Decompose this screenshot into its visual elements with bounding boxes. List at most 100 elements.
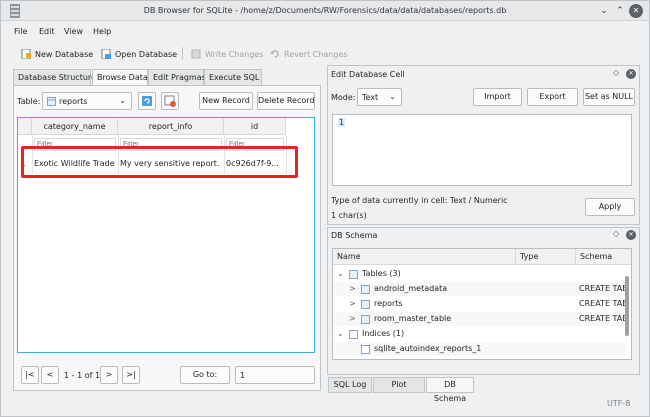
tab-sql-log[interactable]: SQL Log xyxy=(328,377,372,393)
new-record-button[interactable]: New Record xyxy=(199,92,253,110)
table-label: Table: xyxy=(17,97,41,106)
expand-icon[interactable]: > xyxy=(349,282,356,296)
goto-input[interactable]: 1 xyxy=(235,366,315,384)
title-bar: DB Browser for SQLite - /home/z/Document… xyxy=(1,1,649,21)
encoding-indicator: UTF-8 xyxy=(607,399,631,408)
tree-item-schema: CREATE TAB xyxy=(579,314,628,323)
tab-browse-data[interactable]: Browse Data xyxy=(92,69,148,86)
next-page-button[interactable]: > xyxy=(100,366,118,384)
tab-execute-sql[interactable]: Execute SQL xyxy=(204,69,262,85)
float-dock-icon[interactable]: ◇ xyxy=(613,68,619,77)
menu-view[interactable]: View xyxy=(64,27,83,36)
close-window-button[interactable]: ✕ xyxy=(629,4,643,18)
tree-item-schema: CREATE TAB xyxy=(579,299,628,308)
record-range: 1 - 1 of 1 xyxy=(64,371,101,380)
new-database-icon xyxy=(21,49,31,59)
import-button[interactable]: Import xyxy=(473,88,522,106)
expand-icon[interactable]: > xyxy=(349,312,356,326)
first-page-button[interactable]: |< xyxy=(21,366,39,384)
schema-tree: Name Type Schema ⌄ Tables (3) > android_… xyxy=(332,248,632,360)
delete-record-button[interactable]: Delete Record xyxy=(257,92,315,110)
cell-size-info: 1 char(s) xyxy=(331,211,367,220)
tab-db-schema[interactable]: DB Schema xyxy=(426,377,474,403)
collapse-icon[interactable]: ⌄ xyxy=(337,327,344,341)
table-select[interactable]: reports ⌄ xyxy=(42,92,132,110)
tab-plot[interactable]: Plot xyxy=(373,377,425,393)
tree-item-label: sqlite_autoindex_reports_1 xyxy=(374,344,482,353)
open-database-button[interactable]: Open Database xyxy=(101,46,177,62)
clear-filters-button[interactable] xyxy=(161,92,179,110)
tree-item-reports[interactable]: > reports CREATE TAB xyxy=(333,297,628,311)
close-dock-icon[interactable]: ✕ xyxy=(626,69,636,79)
schema-scrollbar[interactable] xyxy=(624,266,630,359)
mode-select[interactable]: Text ⌄ xyxy=(357,88,402,106)
write-changes-label: Write Changes xyxy=(205,49,264,59)
tab-database-structure[interactable]: Database Structure xyxy=(13,69,96,85)
apply-button[interactable]: Apply xyxy=(585,198,635,216)
previous-page-button[interactable]: < xyxy=(41,366,59,384)
tree-item-label: reports xyxy=(374,299,403,308)
schema-header-name[interactable]: Name xyxy=(333,249,516,265)
revert-changes-label: Revert Changes xyxy=(284,49,348,59)
app-window: DB Browser for SQLite - /home/z/Document… xyxy=(0,0,650,417)
menu-edit[interactable]: Edit xyxy=(39,27,55,36)
write-changes-button[interactable]: Write Changes xyxy=(191,46,263,62)
main-toolbar: New Database Open Database Write Changes… xyxy=(1,41,649,65)
index-icon xyxy=(361,345,370,354)
edit-cell-title: Edit Database Cell xyxy=(331,70,405,79)
tree-item-tables[interactable]: ⌄ Tables (3) xyxy=(333,267,625,281)
float-dock-icon[interactable]: ◇ xyxy=(613,229,619,238)
menu-bar: File Edit View Help xyxy=(1,22,649,40)
set-null-button[interactable]: Set as NULL xyxy=(583,88,635,106)
tree-item-room-master-table[interactable]: > room_master_table CREATE TAB xyxy=(333,312,628,326)
maximize-button[interactable]: ⌃ xyxy=(613,4,627,18)
write-changes-icon xyxy=(191,49,201,59)
db-schema-title: DB Schema xyxy=(331,231,378,240)
column-header-category-name[interactable]: category_name xyxy=(32,118,118,135)
chevron-down-icon: ⌄ xyxy=(119,96,126,105)
open-database-icon xyxy=(101,49,111,59)
revert-changes-icon xyxy=(270,50,279,58)
window-title: DB Browser for SQLite - /home/z/Document… xyxy=(143,6,507,15)
close-dock-icon[interactable]: ✕ xyxy=(626,230,636,240)
tree-item-sqlite-autoindex[interactable]: sqlite_autoindex_reports_1 xyxy=(333,342,625,356)
index-group-icon xyxy=(349,330,358,339)
collapse-icon[interactable]: ⌄ xyxy=(337,267,344,281)
tree-item-schema: CREATE TAB xyxy=(579,284,628,293)
schema-header-schema[interactable]: Schema xyxy=(576,249,631,265)
table-icon xyxy=(361,300,370,309)
menu-help[interactable]: Help xyxy=(93,27,111,36)
new-database-button[interactable]: New Database xyxy=(21,46,93,62)
table-icon xyxy=(47,97,56,106)
mode-label: Mode: xyxy=(331,93,356,102)
menu-file[interactable]: File xyxy=(14,27,27,36)
tree-item-indices[interactable]: ⌄ Indices (1) xyxy=(333,327,625,341)
cell-type-info: Type of data currently in cell: Text / N… xyxy=(331,196,508,205)
tree-item-android-metadata[interactable]: > android_metadata CREATE TAB xyxy=(333,282,628,296)
revert-changes-button[interactable]: Revert Changes xyxy=(270,46,348,62)
refresh-button[interactable] xyxy=(138,92,156,110)
clear-filters-icon xyxy=(164,95,176,107)
scrollbar-thumb[interactable] xyxy=(625,276,629,336)
cell-editor-textarea[interactable]: 1 xyxy=(332,114,632,186)
expand-icon[interactable]: > xyxy=(349,297,356,311)
new-database-label: New Database xyxy=(35,49,94,59)
schema-header-type[interactable]: Type xyxy=(516,249,576,265)
open-database-label: Open Database xyxy=(115,49,178,59)
table-select-value: reports xyxy=(59,97,88,106)
goto-button[interactable]: Go to: xyxy=(180,366,230,384)
refresh-icon xyxy=(142,96,152,106)
tab-edit-pragmas[interactable]: Edit Pragmas xyxy=(148,69,206,85)
last-page-button[interactable]: >| xyxy=(122,366,140,384)
column-header-id[interactable]: id xyxy=(224,118,286,135)
mode-select-value: Text xyxy=(362,93,379,102)
export-button[interactable]: Export xyxy=(527,88,578,106)
tree-item-label: Indices (1) xyxy=(362,329,405,338)
status-bar: UTF-8 xyxy=(1,397,649,416)
row-number-header xyxy=(18,118,32,135)
tree-item-label: Tables (3) xyxy=(362,269,401,278)
chevron-down-icon: ⌄ xyxy=(389,92,396,101)
toolbar-separator xyxy=(182,47,183,60)
minimize-button[interactable]: ⌄ xyxy=(597,4,611,18)
column-header-report-info[interactable]: report_info xyxy=(118,118,224,135)
